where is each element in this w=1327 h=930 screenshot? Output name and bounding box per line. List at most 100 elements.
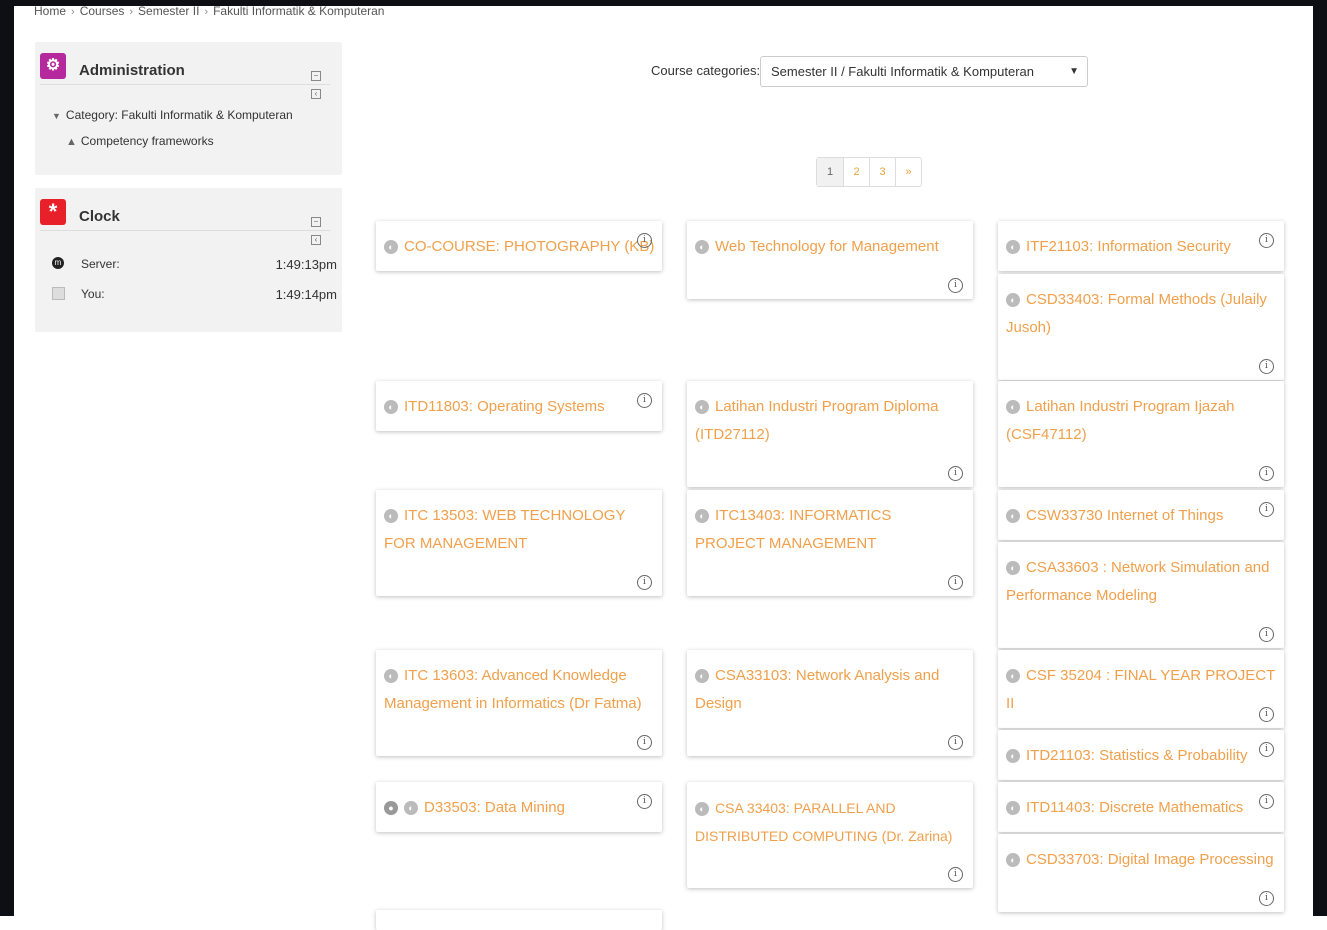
course-card[interactable]: ◐ Web Technology for Management i [687,221,973,299]
breadcrumb-semester[interactable]: Semester II [138,4,199,18]
course-link[interactable]: ◐ CSD33703: Digital Image Processing [1006,846,1274,874]
info-icon[interactable]: i [948,575,963,590]
course-card[interactable]: ◐ CSA33603 : Network Simulation and Perfo… [998,542,1284,648]
info-icon[interactable]: i [948,735,963,750]
competency-frameworks-link[interactable]: ▲ Competency frameworks [66,134,214,148]
info-icon[interactable]: i [637,735,652,750]
course-card[interactable]: ◐ CSA33103: Network Analysis and Design i [687,650,973,756]
course-card[interactable]: ◐ Latihan Industri Program Diploma (ITD27… [687,381,973,487]
dock-icon[interactable]: ‹ [311,235,321,245]
info-icon[interactable]: i [637,393,652,408]
moodle-icon: m [52,257,64,269]
course-link[interactable]: ◐ CSF 35204 : FINAL YEAR PROJECT II [1006,662,1284,718]
collapse-icon[interactable]: − [311,71,321,81]
info-icon[interactable]: i [1259,891,1274,906]
chevron-right-icon: › [204,6,209,18]
course-card[interactable]: ◐ CO-COURSE: PHOTOGRAPHY (KB) i [376,221,662,271]
info-icon[interactable]: i [1259,233,1274,248]
course-card[interactable]: ◐ CSD33703: Digital Image Processing i [998,834,1284,912]
course-title: ITD11403: Discrete Mathematics [1026,799,1244,816]
info-icon[interactable]: i [1259,742,1274,757]
chevron-down-icon: ▼ [1069,66,1079,77]
breadcrumb-courses[interactable]: Courses [80,4,125,18]
course-card[interactable] [376,910,662,930]
page-3[interactable]: 3 [869,158,895,186]
course-link[interactable]: ◐ Latihan Industri Program Diploma (ITD27… [695,393,960,449]
block-controls[interactable]: −‹ [310,65,330,99]
course-card[interactable]: ◐ ITC 13503: WEB TECHNOLOGY FOR MANAGEMEN… [376,490,662,596]
course-link[interactable]: ◐ ITD21103: Statistics & Probability [1006,742,1247,770]
course-link[interactable]: ◐ CSA 33403: PARALLEL AND DISTRIBUTED COM… [695,794,960,850]
breadcrumb: Home › Courses › Semester II › Fakulti Informa… [34,4,384,18]
info-icon[interactable]: i [1259,627,1274,642]
course-categories-select[interactable]: Semester II / Fakulti Informatik & Kompu… [760,56,1088,87]
course-icon: ◐ [384,400,398,414]
course-title: CSA 33403: PARALLEL AND DISTRIBUTED COMP… [695,800,953,844]
course-title: Latihan Industri Program Diploma (ITD271… [695,398,939,443]
course-card[interactable]: ◐ CSD33403: Formal Methods (Julaily Jusoh… [998,274,1284,380]
course-link[interactable]: ◐ CSA33103: Network Analysis and Design [695,662,960,718]
server-label: Server: [81,257,120,271]
course-card[interactable]: ◐ Latihan Industri Program Ijazah (CSF471… [998,381,1284,487]
info-icon[interactable]: i [1259,502,1274,517]
course-title: ITC13403: INFORMATICS PROJECT MANAGEMENT [695,507,892,552]
info-icon[interactable]: i [948,466,963,481]
breadcrumb-faculty[interactable]: Fakulti Informatik & Komputeran [213,4,384,18]
course-card[interactable]: ◐ ITD11803: Operating Systems i [376,381,662,431]
course-link[interactable]: ◐ ITD11403: Discrete Mathematics [1006,794,1243,822]
breadcrumb-home[interactable]: Home [34,4,66,18]
course-card[interactable]: ◐ ITF21103: Information Security i [998,221,1284,271]
course-card[interactable]: ◐ ITC13403: INFORMATICS PROJECT MANAGEMEN… [687,490,973,596]
course-link[interactable]: ◐ ITC 13503: WEB TECHNOLOGY FOR MANAGEMEN… [384,502,649,558]
course-card[interactable]: ◐ ITD21103: Statistics & Probability i [998,730,1284,780]
you-label: You: [81,287,105,301]
page-1[interactable]: 1 [817,158,843,186]
info-icon[interactable]: i [948,278,963,293]
course-link[interactable]: ◐ CSD33403: Formal Methods (Julaily Jusoh… [1006,286,1271,342]
info-icon[interactable]: i [637,794,652,809]
gears-icon: ⚙ [40,53,66,79]
administration-block: ⚙ Administration −‹ ▼ Category: Fakulti I… [35,42,342,175]
info-icon[interactable]: i [1259,707,1274,722]
category-node[interactable]: ▼ Category: Fakulti Informatik & Komputer… [52,108,293,122]
page-2[interactable]: 2 [843,158,869,186]
competency-label: Competency frameworks [80,134,214,148]
course-link[interactable]: ◐ ITC 13603: Advanced Knowledge Managemen… [384,662,649,718]
course-card[interactable]: ◐ CSA 33403: PARALLEL AND DISTRIBUTED COM… [687,782,973,888]
course-icon: ◐ [384,669,398,683]
info-icon[interactable]: i [948,867,963,882]
course-card[interactable]: ◐ ITC 13603: Advanced Knowledge Managemen… [376,650,662,756]
course-link[interactable]: ◐ ITF21103: Information Security [1006,233,1231,261]
info-icon[interactable]: i [1259,794,1274,809]
collapse-icon[interactable]: − [311,217,321,227]
info-icon[interactable]: i [1259,466,1274,481]
info-icon[interactable]: i [1259,359,1274,374]
page-next[interactable]: » [895,158,921,186]
course-link[interactable]: ◐ ITD11803: Operating Systems [384,393,605,421]
selected-category: Semester II / Fakulti Informatik & Kompu… [771,64,1034,79]
course-link[interactable]: ◐ CSW33730 Internet of Things [1006,502,1223,530]
course-link[interactable]: ● ◐ D33503: Data Mining [384,794,565,822]
course-card[interactable]: ◐ CSW33730 Internet of Things i [998,490,1284,540]
clock-header: * Clock −‹ [40,188,330,245]
user-icon: ● [384,801,398,815]
course-card[interactable]: ● ◐ D33503: Data Mining i [376,782,662,832]
course-card[interactable]: ◐ ITD11403: Discrete Mathematics i [998,782,1284,832]
course-title: CSA33603 : Network Simulation and Perfor… [1006,559,1270,604]
info-icon[interactable]: i [637,233,652,248]
course-link[interactable]: ◐ ITC13403: INFORMATICS PROJECT MANAGEMEN… [695,502,960,558]
course-link[interactable]: ◐ CSA33603 : Network Simulation and Perfo… [1006,554,1276,610]
you-time: 1:49:14pm [275,287,337,302]
course-link[interactable]: ◐ Web Technology for Management [695,233,939,261]
course-card[interactable]: ◐ CSF 35204 : FINAL YEAR PROJECT II i [998,650,1284,728]
course-icon: ◐ [1006,240,1020,254]
course-icon: ◐ [695,240,709,254]
course-title: CO-COURSE: PHOTOGRAPHY (KB) [404,238,655,255]
course-link[interactable]: ◐ CO-COURSE: PHOTOGRAPHY (KB) [384,233,654,261]
info-icon[interactable]: i [637,575,652,590]
course-link[interactable]: ◐ Latihan Industri Program Ijazah (CSF471… [1006,393,1271,449]
course-icon: ◐ [695,400,709,414]
block-controls[interactable]: −‹ [310,211,330,245]
dock-icon[interactable]: ‹ [311,89,321,99]
right-edge [1313,0,1327,916]
